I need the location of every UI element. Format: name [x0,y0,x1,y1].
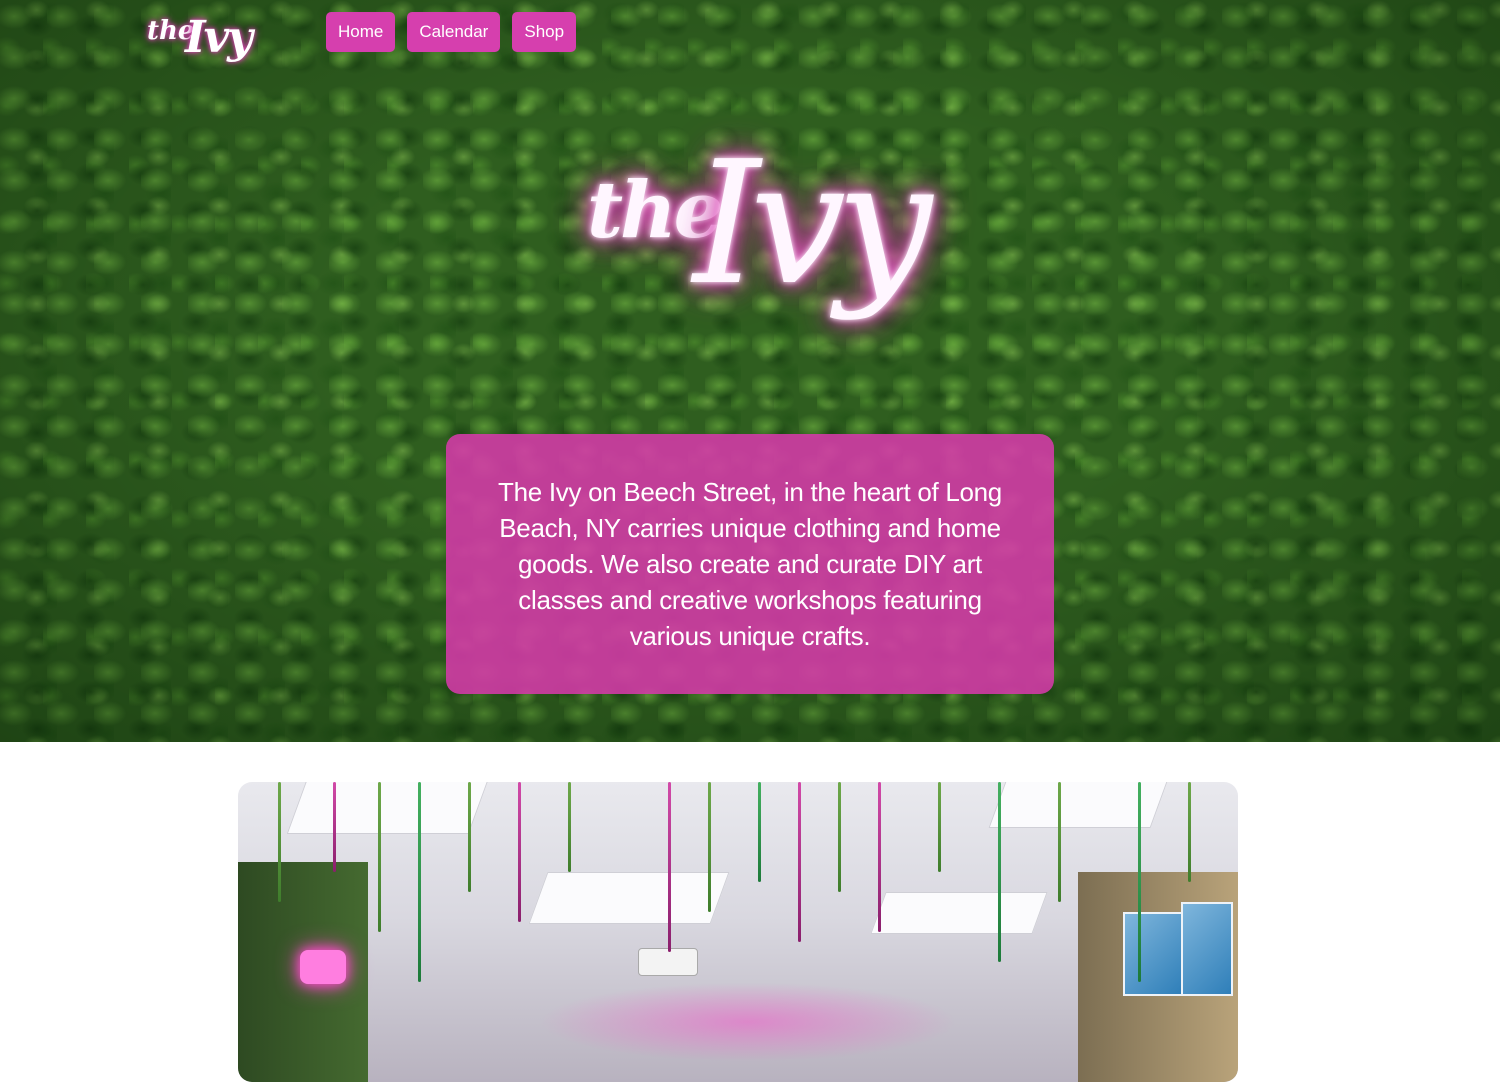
hanging-vine [468,782,471,892]
nav-home-button[interactable]: Home [326,12,396,52]
hero-logo-ivy: Ivy [693,125,932,323]
painted-canvas [1181,902,1233,996]
hanging-tinsel [1138,782,1141,982]
hanging-vine [938,782,941,872]
hanging-vine [568,782,571,872]
hanging-tinsel [418,782,421,982]
nav-calendar-button[interactable]: Calendar [407,12,501,52]
nav-shop-button[interactable]: Shop [512,12,577,52]
main-nav: Home Calendar Shop [326,12,577,52]
pink-light-glow [538,982,958,1062]
hanging-vine [708,782,711,912]
neon-sign [300,950,346,984]
site-logo[interactable]: the Ivy [143,6,263,78]
store-interior-photo [238,782,1238,1082]
hanging-tinsel [798,782,801,942]
intro-card: The Ivy on Beech Street, in the heart of… [446,434,1054,694]
hanging-tinsel [758,782,761,882]
hanging-tinsel [333,782,336,872]
hanging-vine [838,782,841,892]
hanging-vine [278,782,281,902]
ceiling-light [988,782,1170,828]
hero-section: the Ivy Home Calendar Shop the Ivy The I… [0,0,1500,742]
site-logo-ivy: Ivy [185,12,253,63]
hanging-vine [1188,782,1191,882]
hanging-tinsel [668,782,671,952]
hero-neon-logo: the Ivy [585,125,932,410]
ceiling-light [286,782,492,834]
hanging-vine [378,782,381,932]
ceiling-light [870,892,1048,934]
hanging-vine [1058,782,1061,902]
ceiling-light [528,872,730,924]
hanging-tinsel [878,782,881,932]
painted-canvas [1123,912,1183,996]
hanging-tinsel [518,782,521,922]
hanging-tinsel [998,782,1001,962]
ceiling-projector [638,948,698,976]
intro-text: The Ivy on Beech Street, in the heart of… [498,477,1002,651]
